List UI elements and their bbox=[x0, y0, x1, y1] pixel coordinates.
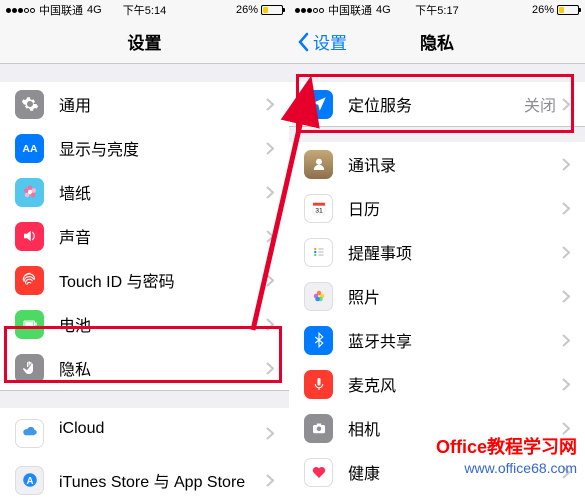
row-general[interactable]: 通用 bbox=[0, 82, 289, 126]
row-homekit[interactable]: HomeKit bbox=[289, 494, 585, 501]
row-microphone[interactable]: 麦克风 bbox=[289, 362, 585, 406]
row-privacy[interactable]: 隐私 bbox=[0, 346, 289, 390]
row-bluetooth[interactable]: 蓝牙共享 bbox=[289, 318, 585, 362]
settings-group-2: iCloud AiTunes Store 与 App Store bbox=[0, 408, 289, 501]
settings-group-1: 通用 AA 显示与亮度 墙纸 声音 Touch ID 与密码 电池 隐私 bbox=[0, 82, 289, 390]
signal-dots-icon bbox=[295, 8, 324, 13]
network-label: 4G bbox=[376, 4, 391, 16]
chevron-right-icon bbox=[266, 142, 274, 155]
row-label: 显示与亮度 bbox=[59, 136, 266, 160]
nav-bar: 设置 bbox=[0, 20, 289, 64]
chevron-right-icon bbox=[562, 202, 570, 215]
row-label: 通用 bbox=[59, 92, 266, 116]
time-label: 下午5:14 bbox=[123, 2, 166, 18]
chevron-right-icon bbox=[562, 334, 570, 347]
watermark-title: Office教程学习网 bbox=[436, 433, 577, 459]
row-itunes[interactable]: AiTunes Store 与 App Store bbox=[0, 458, 289, 501]
battery-icon bbox=[557, 5, 579, 15]
row-contacts[interactable]: 通讯录 bbox=[289, 142, 585, 186]
row-icloud[interactable]: iCloud bbox=[0, 408, 289, 458]
row-display[interactable]: AA 显示与亮度 bbox=[0, 126, 289, 170]
signal-dots-icon bbox=[6, 8, 35, 13]
chevron-right-icon bbox=[562, 378, 570, 391]
chevron-right-icon bbox=[562, 246, 570, 259]
chevron-right-icon bbox=[266, 474, 274, 487]
row-label: 通讯录 bbox=[348, 152, 562, 176]
location-icon bbox=[304, 90, 333, 119]
row-value: 关闭 bbox=[524, 92, 556, 116]
row-reminders[interactable]: 提醒事项 bbox=[289, 230, 585, 274]
row-label: 提醒事项 bbox=[348, 240, 562, 264]
row-label: 日历 bbox=[348, 196, 562, 220]
camera-icon bbox=[304, 414, 333, 443]
battery-pct-label: 26% bbox=[532, 4, 554, 16]
back-label: 设置 bbox=[313, 29, 347, 54]
row-label: 照片 bbox=[348, 284, 562, 308]
settings-screen: 中国联通 4G 下午5:14 26% 设置 通用 AA 显示与亮度 墙纸 声音 T… bbox=[0, 0, 289, 501]
battery-pct-label: 26% bbox=[236, 4, 258, 16]
row-label: 定位服务 bbox=[348, 92, 524, 116]
status-bar: 中国联通 4G 下午5:17 26% bbox=[289, 0, 585, 20]
status-bar: 中国联通 4G 下午5:14 26% bbox=[0, 0, 289, 20]
row-photos[interactable]: 照片 bbox=[289, 274, 585, 318]
back-button[interactable]: 设置 bbox=[297, 29, 347, 54]
battery-icon bbox=[261, 5, 283, 15]
svg-text:31: 31 bbox=[315, 208, 323, 215]
fingerprint-icon bbox=[15, 266, 44, 295]
row-touchid[interactable]: Touch ID 与密码 bbox=[0, 258, 289, 302]
hand-icon bbox=[15, 354, 44, 383]
appstore-icon: A bbox=[15, 466, 44, 495]
battery-icon bbox=[15, 310, 44, 339]
chevron-right-icon bbox=[266, 230, 274, 243]
row-label: 电池 bbox=[59, 312, 266, 336]
chevron-left-icon bbox=[297, 32, 309, 52]
row-label: 隐私 bbox=[59, 356, 266, 380]
page-title: 隐私 bbox=[420, 29, 454, 54]
chevron-right-icon bbox=[266, 186, 274, 199]
row-label: 麦克风 bbox=[348, 372, 562, 396]
row-label: Touch ID 与密码 bbox=[59, 268, 266, 292]
chevron-right-icon bbox=[562, 98, 570, 111]
chevron-right-icon bbox=[562, 158, 570, 171]
row-calendar[interactable]: 31 日历 bbox=[289, 186, 585, 230]
heart-icon bbox=[304, 458, 333, 487]
svg-text:AA: AA bbox=[22, 143, 38, 155]
flower-icon bbox=[15, 178, 44, 207]
bluetooth-icon bbox=[304, 326, 333, 355]
list-icon bbox=[304, 238, 333, 267]
chevron-right-icon bbox=[266, 318, 274, 331]
mic-icon bbox=[304, 370, 333, 399]
row-location[interactable]: 定位服务关闭 bbox=[289, 82, 585, 126]
carrier-label: 中国联通 bbox=[39, 2, 83, 18]
calendar-icon: 31 bbox=[304, 194, 333, 223]
chevron-right-icon bbox=[266, 362, 274, 375]
speaker-icon bbox=[15, 222, 44, 251]
chevron-right-icon bbox=[562, 290, 570, 303]
row-label: 蓝牙共享 bbox=[348, 328, 562, 352]
watermark: Office教程学习网 www.office68.com bbox=[436, 433, 577, 476]
privacy-group-1: 定位服务关闭 bbox=[289, 82, 585, 126]
svg-text:A: A bbox=[26, 476, 33, 487]
network-label: 4G bbox=[87, 4, 102, 16]
row-wallpaper[interactable]: 墙纸 bbox=[0, 170, 289, 214]
row-sound[interactable]: 声音 bbox=[0, 214, 289, 258]
chevron-right-icon bbox=[266, 274, 274, 287]
gear-icon bbox=[15, 90, 44, 119]
watermark-url: www.office68.com bbox=[436, 460, 577, 476]
sun-icon: AA bbox=[15, 134, 44, 163]
cloud-icon bbox=[15, 419, 44, 448]
carrier-label: 中国联通 bbox=[328, 2, 372, 18]
row-label: iTunes Store 与 App Store bbox=[59, 468, 266, 492]
photos-icon bbox=[304, 282, 333, 311]
time-label: 下午5:17 bbox=[415, 2, 458, 18]
contacts-icon bbox=[304, 150, 333, 179]
privacy-screen: 中国联通 4G 下午5:17 26% 设置 隐私 定位服务关闭 通讯录 31 日历… bbox=[289, 0, 585, 501]
page-title: 设置 bbox=[128, 29, 162, 54]
row-battery[interactable]: 电池 bbox=[0, 302, 289, 346]
chevron-right-icon bbox=[266, 98, 274, 111]
row-label: 声音 bbox=[59, 224, 266, 248]
chevron-right-icon bbox=[266, 427, 274, 440]
nav-bar: 设置 隐私 bbox=[289, 20, 585, 64]
row-label: 墙纸 bbox=[59, 180, 266, 204]
